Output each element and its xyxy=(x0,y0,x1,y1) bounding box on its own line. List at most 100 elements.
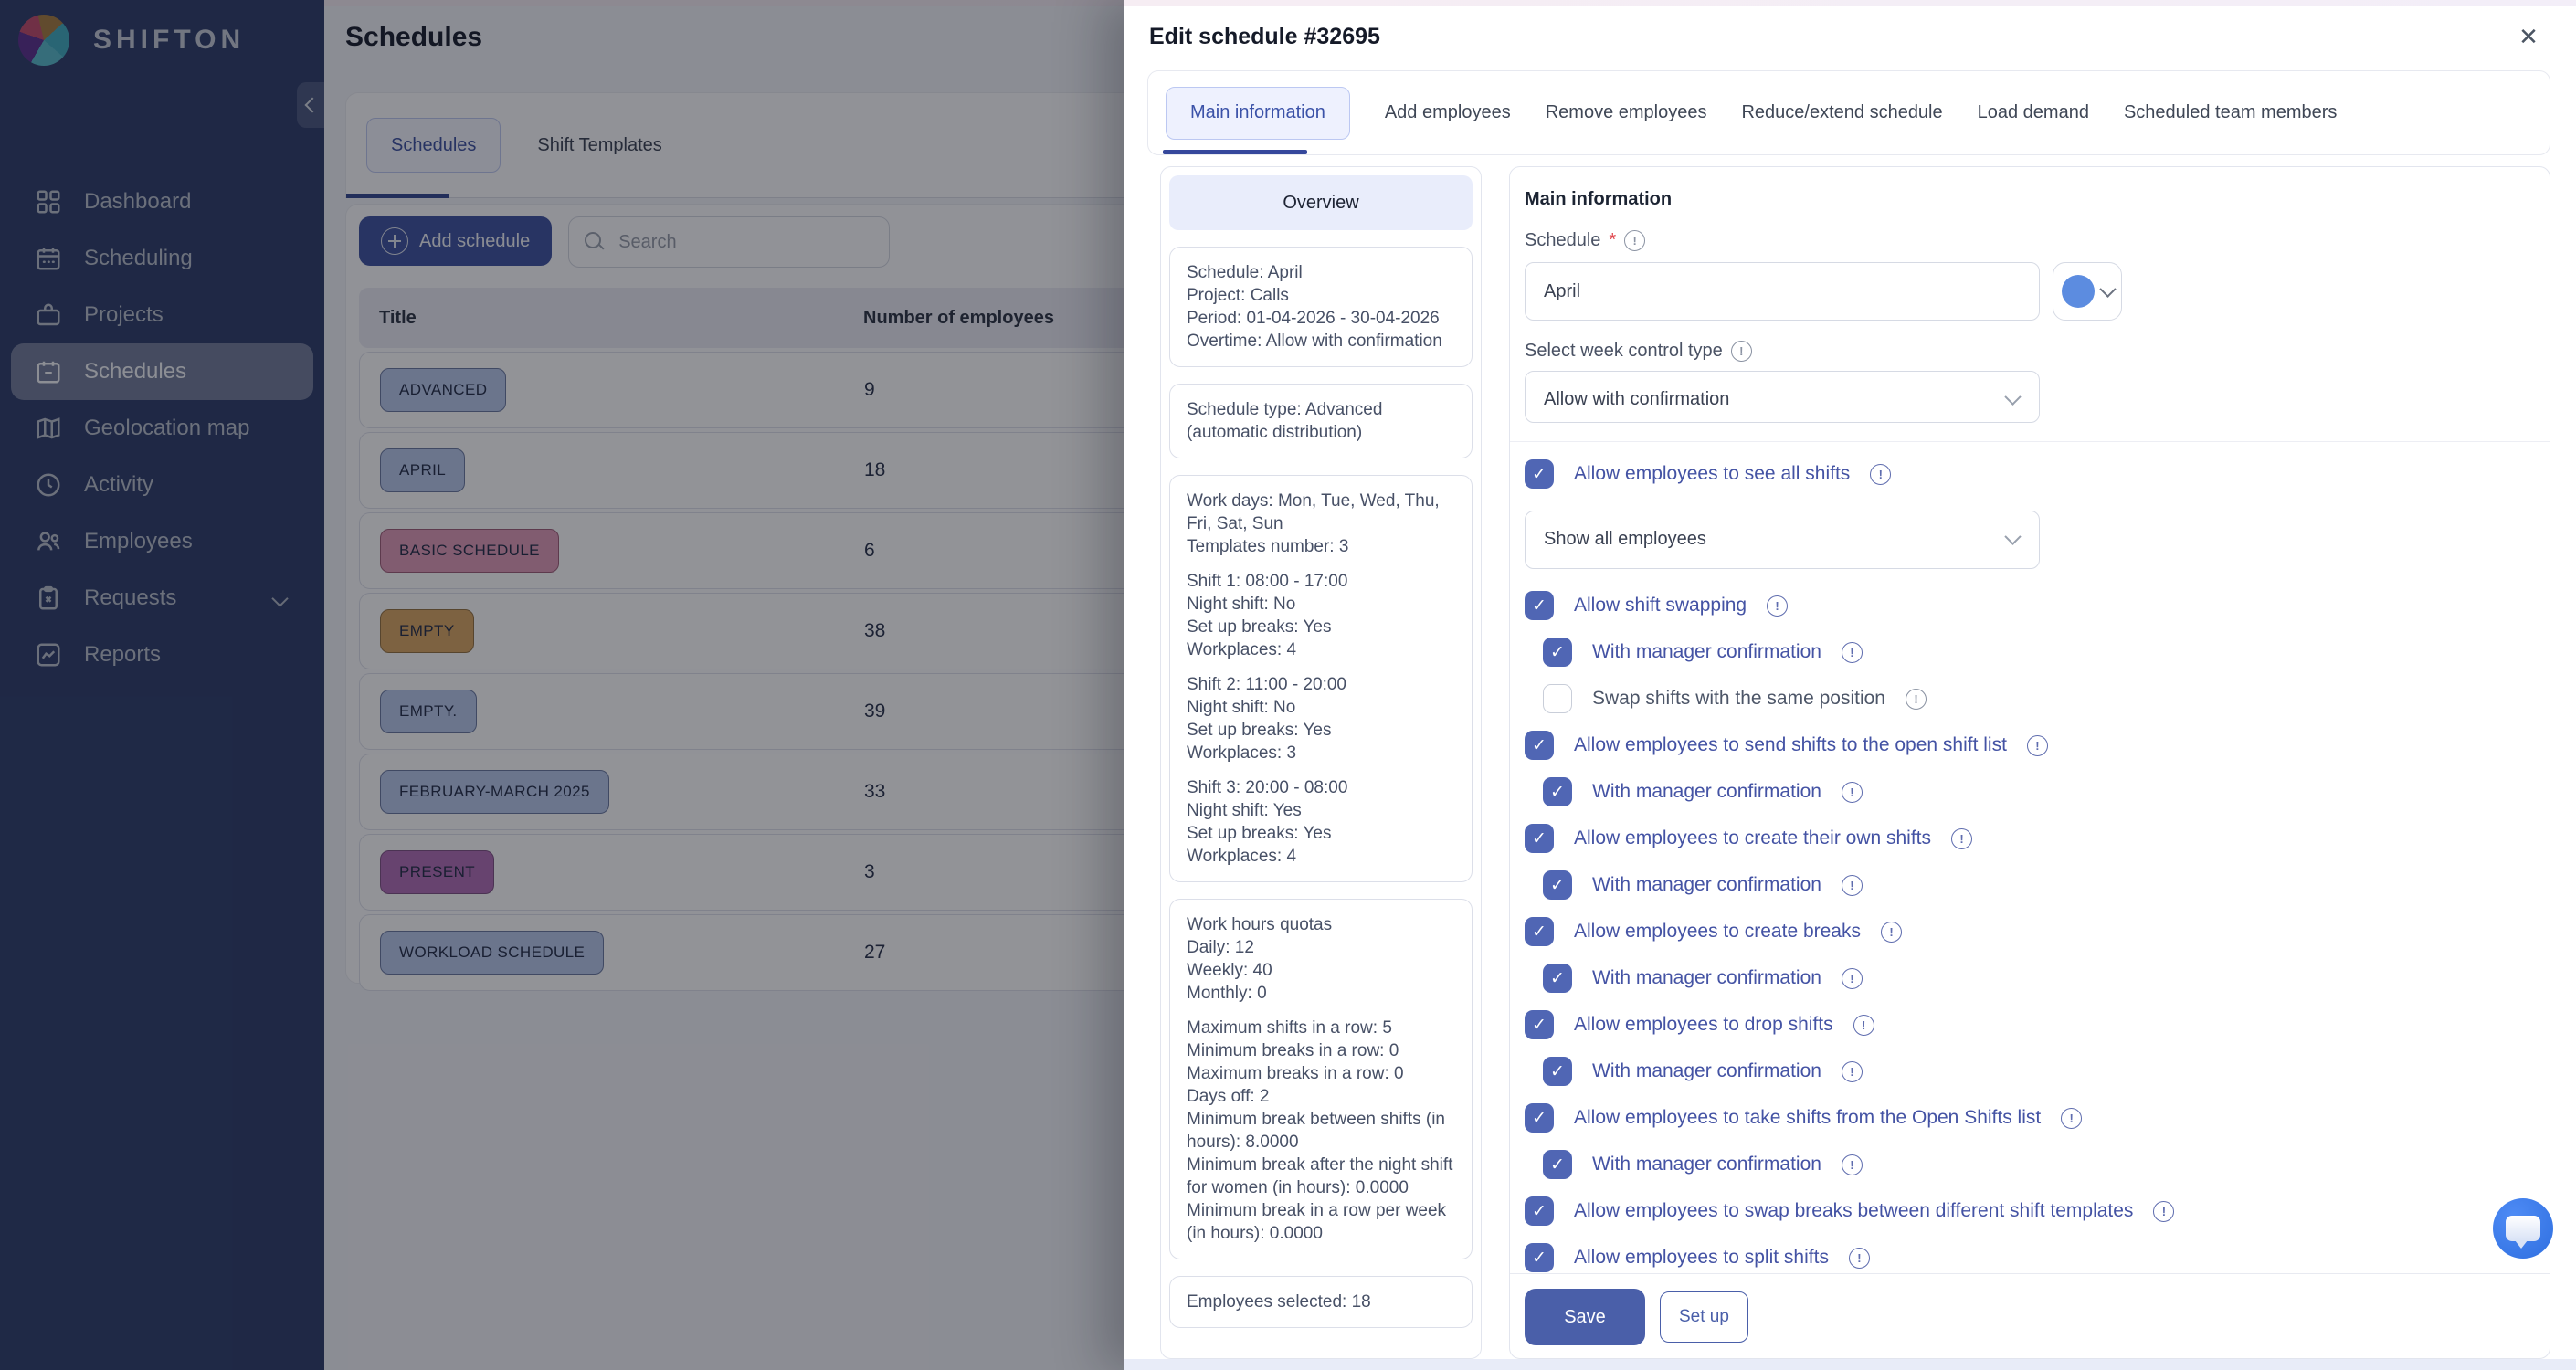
tab-remove-employees[interactable]: Remove employees xyxy=(1546,102,1707,123)
save-button[interactable]: Save xyxy=(1525,1289,1645,1345)
info-icon[interactable] xyxy=(1881,922,1902,943)
info-icon[interactable] xyxy=(2153,1201,2174,1222)
setup-button[interactable]: Set up xyxy=(1660,1291,1748,1343)
form-heading: Main information xyxy=(1525,189,2528,210)
chevron-down-icon xyxy=(2004,528,2021,544)
shift-visibility-select[interactable]: Show all employees xyxy=(1525,511,2040,569)
checkbox[interactable] xyxy=(1525,1243,1554,1272)
tab-add-employees[interactable]: Add employees xyxy=(1385,102,1511,123)
checkbox[interactable] xyxy=(1525,1196,1554,1226)
info-icon[interactable] xyxy=(1731,341,1752,362)
chat-bubble-icon xyxy=(2506,1216,2540,1241)
modal-title: Edit schedule #32695 xyxy=(1149,24,1380,50)
info-icon[interactable] xyxy=(1842,968,1863,989)
overview-line: Maximum shifts in a row: 5 xyxy=(1187,1017,1455,1039)
week-control-label-text: Select week control type xyxy=(1525,341,1723,362)
info-icon[interactable] xyxy=(1853,1015,1874,1036)
checkbox[interactable] xyxy=(1543,777,1572,806)
overview-line: Employees selected: 18 xyxy=(1187,1291,1455,1313)
overview-line: Days off: 2 xyxy=(1187,1085,1455,1108)
edit-schedule-modal: Edit schedule #32695 Main information Ad… xyxy=(1124,0,2576,1370)
overview-line: Schedule: April xyxy=(1187,261,1455,284)
schedule-name-input[interactable] xyxy=(1525,262,2040,321)
checkbox[interactable] xyxy=(1543,1150,1572,1179)
info-icon[interactable] xyxy=(1906,689,1927,710)
required-asterisk: * xyxy=(1609,230,1616,251)
overview-line: Night shift: Yes xyxy=(1187,799,1455,822)
checkbox[interactable] xyxy=(1543,964,1572,993)
permission-label: Allow employees to send shifts to the op… xyxy=(1574,734,2007,756)
modal-backdrop[interactable] xyxy=(0,0,1124,1370)
checkbox[interactable] xyxy=(1525,1010,1554,1039)
schedule-input-row xyxy=(1525,262,2550,321)
close-icon[interactable] xyxy=(2512,20,2545,53)
permission-row: With manager confirmation xyxy=(1543,776,2528,807)
overview-quotas-card: Work hours quotas Daily: 12 Weekly: 40 M… xyxy=(1169,899,1473,1259)
permission-label: Swap shifts with the same position xyxy=(1592,688,1885,710)
permission-row: Allow employees to take shifts from the … xyxy=(1525,1102,2528,1133)
permission-label: Allow employees to swap breaks between d… xyxy=(1574,1200,2133,1222)
overview-line: Workplaces: 4 xyxy=(1187,845,1455,868)
checkbox[interactable] xyxy=(1525,917,1554,946)
color-swatch xyxy=(2062,275,2095,308)
permission-label: With manager confirmation xyxy=(1592,641,1821,663)
info-icon[interactable] xyxy=(1842,642,1863,663)
checkbox[interactable] xyxy=(1543,684,1572,713)
overview-general-card: Schedule: April Project: Calls Period: 0… xyxy=(1169,247,1473,367)
checkbox[interactable] xyxy=(1525,459,1554,489)
permission-label: With manager confirmation xyxy=(1592,967,1821,989)
overview-line: Minimum breaks in a row: 0 xyxy=(1187,1039,1455,1062)
info-icon[interactable] xyxy=(1842,782,1863,803)
info-icon[interactable] xyxy=(1842,1154,1863,1175)
info-icon[interactable] xyxy=(1870,464,1891,485)
checkbox[interactable] xyxy=(1525,1103,1554,1133)
info-icon[interactable] xyxy=(1842,1061,1863,1082)
overview-line: Project: Calls xyxy=(1187,284,1455,307)
tab-main-information[interactable]: Main information xyxy=(1166,87,1350,140)
permissions-list: Allow employees to see all shifts Show a… xyxy=(1510,442,2550,1273)
tab-scheduled-team-members[interactable]: Scheduled team members xyxy=(2124,102,2337,123)
schedule-color-picker[interactable] xyxy=(2053,262,2122,321)
info-icon[interactable] xyxy=(1849,1248,1870,1269)
overview-line: Minimum break in a row per week (in hour… xyxy=(1187,1199,1455,1245)
permission-row: Allow employees to drop shifts xyxy=(1525,1009,2528,1040)
permission-label: With manager confirmation xyxy=(1592,874,1821,896)
checkbox[interactable] xyxy=(1525,824,1554,853)
overview-line: Weekly: 40 xyxy=(1187,959,1455,982)
permission-label: Allow employees to create breaks xyxy=(1574,921,1861,943)
info-icon[interactable] xyxy=(1842,875,1863,896)
checkbox[interactable] xyxy=(1543,638,1572,667)
checkbox[interactable] xyxy=(1543,1057,1572,1086)
tab-load-demand[interactable]: Load demand xyxy=(1978,102,2089,123)
permission-row: Allow employees to split shifts xyxy=(1525,1242,2528,1273)
overview-button[interactable]: Overview xyxy=(1169,175,1473,230)
overview-line: Templates number: 3 xyxy=(1187,535,1455,558)
chevron-down-icon xyxy=(2004,388,2021,405)
chevron-down-icon xyxy=(2099,280,2116,297)
overview-line: Overtime: Allow with confirmation xyxy=(1187,330,1455,353)
info-icon[interactable] xyxy=(1624,230,1645,251)
checkbox[interactable] xyxy=(1525,591,1554,620)
info-icon[interactable] xyxy=(1767,595,1788,616)
overview-line: Set up breaks: Yes xyxy=(1187,616,1455,638)
tab-reduce-extend-schedule[interactable]: Reduce/extend schedule xyxy=(1741,102,1942,123)
schedule-field-label: Schedule * xyxy=(1525,230,2550,251)
info-icon[interactable] xyxy=(2027,735,2048,756)
info-icon[interactable] xyxy=(1951,828,1972,849)
overview-line: Set up breaks: Yes xyxy=(1187,719,1455,742)
permission-label: With manager confirmation xyxy=(1592,781,1821,803)
overview-line: Workplaces: 4 xyxy=(1187,638,1455,661)
checkbox[interactable] xyxy=(1543,870,1572,900)
permission-label: Allow employees to create their own shif… xyxy=(1574,827,1931,849)
permission-row: With manager confirmation xyxy=(1543,1056,2528,1087)
chat-widget-button[interactable] xyxy=(2493,1198,2553,1259)
checkbox[interactable] xyxy=(1525,731,1554,760)
overview-panel: Overview Schedule: April Project: Calls … xyxy=(1160,166,1482,1359)
info-icon[interactable] xyxy=(2061,1108,2082,1129)
overview-line: Minimum break after the night shift for … xyxy=(1187,1154,1455,1199)
permission-label: Allow employees to split shifts xyxy=(1574,1247,1829,1269)
week-control-value: Allow with confirmation xyxy=(1544,372,1729,427)
overview-employees-card: Employees selected: 18 xyxy=(1169,1276,1473,1328)
permission-row: Swap shifts with the same position xyxy=(1543,683,2528,714)
week-control-select[interactable]: Allow with confirmation xyxy=(1525,371,2040,423)
